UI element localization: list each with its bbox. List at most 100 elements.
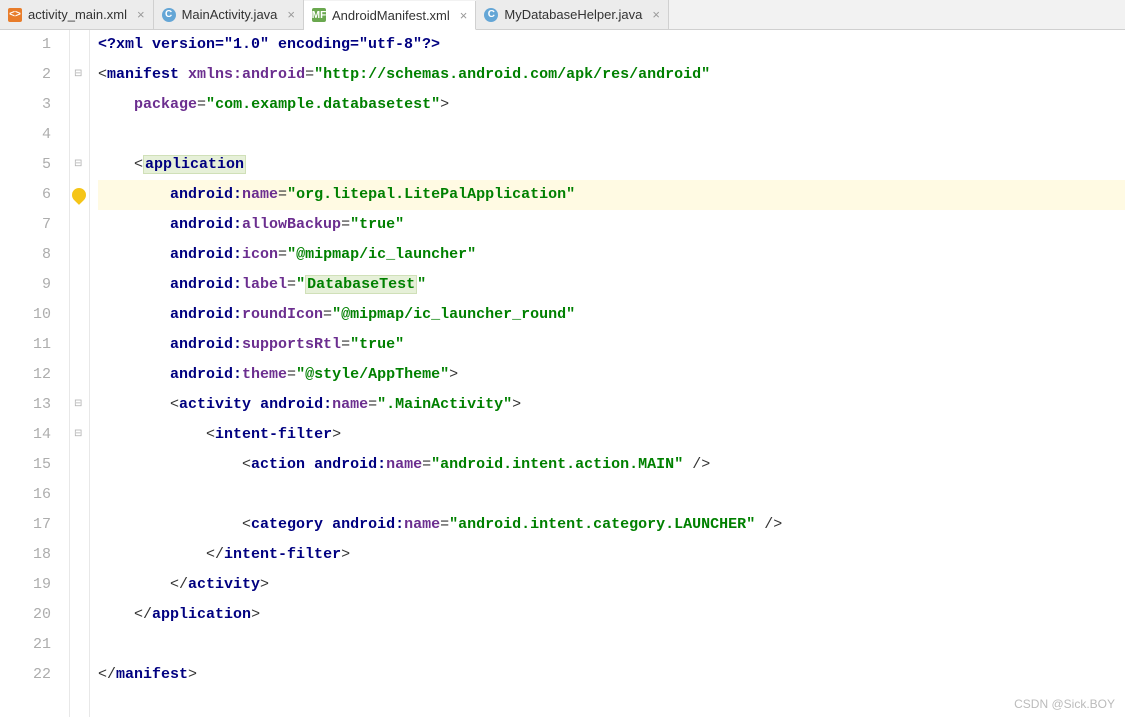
line-number: 3	[0, 90, 51, 120]
line-number: 5	[0, 150, 51, 180]
attr-name: roundIcon	[242, 306, 323, 323]
attr-name: package	[134, 96, 197, 113]
code-line[interactable]: </intent-filter>	[98, 540, 1125, 570]
attr-name: name	[386, 456, 422, 473]
attr-name: name	[332, 396, 368, 413]
tab-mainactivity[interactable]: C MainActivity.java ×	[154, 0, 304, 29]
tab-label: MyDatabaseHelper.java	[504, 7, 642, 22]
line-number: 7	[0, 210, 51, 240]
xml-icon: <>	[8, 8, 22, 22]
attr-name: xmlns:android	[188, 66, 305, 83]
code-line[interactable]	[98, 120, 1125, 150]
java-class-icon: C	[162, 8, 176, 22]
code-line[interactable]: android:roundIcon="@mipmap/ic_launcher_r…	[98, 300, 1125, 330]
code-line[interactable]: <intent-filter>	[98, 420, 1125, 450]
attr-ns: android:	[314, 456, 386, 473]
code-line[interactable]: <application	[98, 150, 1125, 180]
tag-name: application	[143, 155, 246, 174]
attr-name: allowBackup	[242, 216, 341, 233]
fold-toggle-icon[interactable]: ⊟	[74, 150, 82, 180]
code-editor[interactable]: 1 2 3 4 5 6 7 8 9 10 11 12 13 14 15 16 1…	[0, 30, 1125, 717]
code-line[interactable]: android:supportsRtl="true"	[98, 330, 1125, 360]
code-line[interactable]: <category android:name="android.intent.c…	[98, 510, 1125, 540]
code-line[interactable]: android:allowBackup="true"	[98, 210, 1125, 240]
tag-name: action	[251, 456, 305, 473]
line-number: 13	[0, 390, 51, 420]
attr-ns: android:	[332, 516, 404, 533]
code-line[interactable]	[98, 480, 1125, 510]
attr-ns: android:	[170, 366, 242, 383]
line-gutter: 1 2 3 4 5 6 7 8 9 10 11 12 13 14 15 16 1…	[0, 30, 70, 717]
attr-value: android.intent.category.LAUNCHER	[458, 516, 746, 533]
attr-value: @mipmap/ic_launcher	[296, 246, 467, 263]
attr-value: http://schemas.android.com/apk/res/andro…	[323, 66, 701, 83]
close-icon[interactable]: ×	[287, 7, 295, 22]
code-line[interactable]	[98, 630, 1125, 660]
attr-value: org.litepal.LitePalApplication	[296, 186, 566, 203]
tab-label: AndroidManifest.xml	[332, 8, 450, 23]
line-number: 21	[0, 630, 51, 660]
attr-value: DatabaseTest	[305, 275, 417, 294]
line-number: 8	[0, 240, 51, 270]
attr-name: theme	[242, 366, 287, 383]
tab-manifest[interactable]: MF AndroidManifest.xml ×	[304, 1, 476, 30]
line-number: 15	[0, 450, 51, 480]
intention-bulb-icon[interactable]	[69, 185, 89, 205]
editor-tabs: <> activity_main.xml × C MainActivity.ja…	[0, 0, 1125, 30]
line-number: 20	[0, 600, 51, 630]
line-number: 2	[0, 60, 51, 90]
tag-name: category	[251, 516, 323, 533]
code-line[interactable]: android:label="DatabaseTest"	[98, 270, 1125, 300]
code-line[interactable]: <?xml version="1.0" encoding="utf-8"?>	[98, 30, 1125, 60]
attr-name: name	[242, 186, 278, 203]
attr-value: true	[359, 216, 395, 233]
attr-ns: android:	[170, 336, 242, 353]
code-line[interactable]: <manifest xmlns:android="http://schemas.…	[98, 60, 1125, 90]
line-number: 16	[0, 480, 51, 510]
xml-declaration: <?xml version="1.0" encoding="utf-8"?>	[98, 36, 440, 53]
tag-name: manifest	[116, 666, 188, 683]
attr-value: .MainActivity	[386, 396, 503, 413]
code-line[interactable]: </manifest>	[98, 660, 1125, 690]
java-class-icon: C	[484, 8, 498, 22]
line-number: 4	[0, 120, 51, 150]
tab-dbhelper[interactable]: C MyDatabaseHelper.java ×	[476, 0, 669, 29]
line-number: 19	[0, 570, 51, 600]
line-number: 18	[0, 540, 51, 570]
code-line[interactable]: <action android:name="android.intent.act…	[98, 450, 1125, 480]
attr-ns: android:	[170, 186, 242, 203]
attr-ns: android:	[260, 396, 332, 413]
code-line[interactable]: </application>	[98, 600, 1125, 630]
code-line[interactable]: </activity>	[98, 570, 1125, 600]
fold-toggle-icon[interactable]: ⊟	[74, 390, 82, 420]
attr-ns: android:	[170, 216, 242, 233]
fold-toggle-icon[interactable]: ⊟	[74, 420, 82, 450]
tag-name: intent-filter	[224, 546, 341, 563]
fold-toggle-icon[interactable]: ⊟	[74, 60, 82, 90]
tab-activity-main[interactable]: <> activity_main.xml ×	[0, 0, 154, 29]
attr-name: name	[404, 516, 440, 533]
tag-name: activity	[179, 396, 251, 413]
attr-value: @style/AppTheme	[305, 366, 440, 383]
close-icon[interactable]: ×	[652, 7, 660, 22]
line-number: 6	[0, 180, 51, 210]
code-line[interactable]: package="com.example.databasetest">	[98, 90, 1125, 120]
code-line[interactable]: android:theme="@style/AppTheme">	[98, 360, 1125, 390]
attr-name: icon	[242, 246, 278, 263]
manifest-icon: MF	[312, 8, 326, 22]
line-number: 11	[0, 330, 51, 360]
close-icon[interactable]: ×	[460, 8, 468, 23]
line-number: 17	[0, 510, 51, 540]
attr-ns: android:	[170, 246, 242, 263]
code-line[interactable]: android:name="org.litepal.LitePalApplica…	[98, 180, 1125, 210]
code-area[interactable]: <?xml version="1.0" encoding="utf-8"?> <…	[90, 30, 1125, 717]
code-line[interactable]: android:icon="@mipmap/ic_launcher"	[98, 240, 1125, 270]
line-number	[0, 690, 51, 720]
tag-name: manifest	[107, 66, 179, 83]
line-number: 10	[0, 300, 51, 330]
code-line[interactable]: <activity android:name=".MainActivity">	[98, 390, 1125, 420]
close-icon[interactable]: ×	[137, 7, 145, 22]
attr-ns: android:	[170, 276, 242, 293]
attr-value: true	[359, 336, 395, 353]
line-number: 9	[0, 270, 51, 300]
